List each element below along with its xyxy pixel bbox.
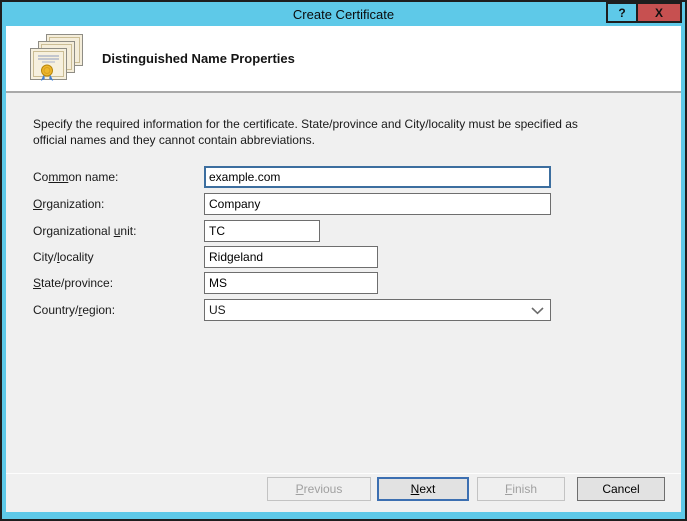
dialog-frame: Distinguished Name Properties Specify th…	[6, 26, 681, 512]
form-row-state-province: State/province:	[33, 272, 681, 294]
country-region-select[interactable]: US	[204, 299, 551, 321]
country-region-label: Country/region:	[33, 303, 116, 317]
city-locality-label: City/locality	[33, 250, 94, 264]
dialog-content: Specify the required information for the…	[6, 93, 681, 512]
instruction-text: Specify the required information for the…	[33, 117, 578, 148]
previous-button[interactable]: Previous	[267, 477, 371, 501]
finish-button[interactable]: Finish	[477, 477, 565, 501]
instruction-line-2: official names and they cannot contain a…	[33, 132, 315, 147]
common-name-label: Common name:	[33, 170, 119, 184]
wizard-header: Distinguished Name Properties	[6, 26, 681, 93]
state-province-input[interactable]	[204, 272, 378, 294]
city-locality-input[interactable]	[204, 246, 378, 268]
common-name-input[interactable]	[204, 166, 551, 188]
organization-label: Organization:	[33, 197, 105, 211]
organizational-unit-input[interactable]	[204, 220, 320, 242]
help-button[interactable]: ?	[606, 2, 637, 23]
titlebar-controls: ? X	[606, 2, 682, 23]
wizard-footer: Previous Next Finish Cancel	[6, 473, 681, 512]
cancel-button[interactable]: Cancel	[577, 477, 665, 501]
window-title: Create Certificate	[292, 7, 395, 22]
form-row-city-locality: City/locality	[33, 246, 681, 268]
chevron-down-icon	[531, 307, 544, 315]
close-icon: X	[654, 5, 663, 20]
form-row-common-name: Common name:	[33, 166, 681, 188]
page-title: Distinguished Name Properties	[102, 51, 295, 66]
state-province-label: State/province:	[33, 276, 114, 290]
next-button[interactable]: Next	[377, 477, 469, 501]
titlebar[interactable]: Create Certificate	[2, 2, 685, 26]
instruction-line-1: Specify the required information for the…	[33, 117, 578, 131]
organizational-unit-label: Organizational unit:	[33, 224, 137, 238]
form-row-organization: Organization:	[33, 193, 681, 215]
country-region-value: US	[209, 303, 226, 317]
close-button[interactable]: X	[637, 2, 682, 23]
create-certificate-dialog: Create Certificate ? X Distinguished Nam…	[0, 0, 687, 521]
organization-input[interactable]	[204, 193, 551, 215]
form-row-organizational-unit: Organizational unit:	[33, 220, 681, 242]
form-row-country-region: Country/region: US	[33, 299, 681, 321]
help-icon: ?	[618, 5, 626, 20]
certificates-icon	[30, 33, 84, 84]
